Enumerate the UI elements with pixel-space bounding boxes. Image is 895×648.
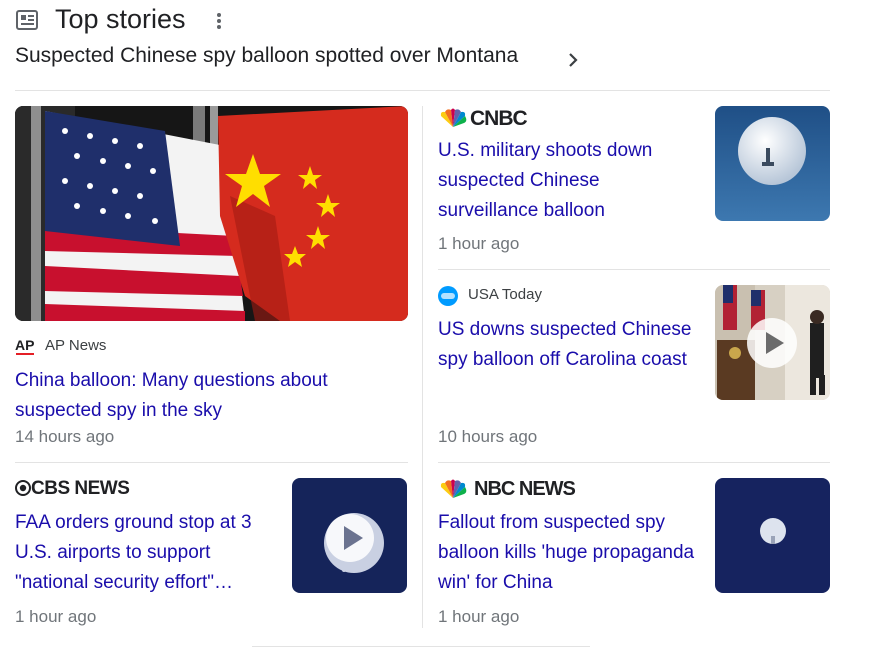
story-time: 14 hours ago (15, 427, 115, 446)
play-icon[interactable] (323, 512, 373, 562)
chevron-right-icon[interactable] (566, 51, 580, 69)
story-time: 1 hour ago (15, 607, 97, 626)
peacock-icon (440, 108, 467, 127)
row-divider-right-1 (438, 269, 830, 270)
row-divider-left (15, 462, 408, 463)
story-headline[interactable]: FAA orders ground stop at 3 U.S. airport… (15, 508, 280, 598)
story-headline[interactable]: Fallout from suspected spy balloon kills… (438, 508, 703, 598)
ap-logo-text: AP (15, 337, 35, 353)
story-time: 1 hour ago (438, 607, 520, 626)
cbs-eye-icon (15, 480, 31, 496)
story-headline[interactable]: China balloon: Many questions about susp… (15, 366, 395, 426)
section-title: Top stories (55, 4, 186, 34)
story-image-flags[interactable] (15, 106, 408, 321)
usatoday-logo (438, 286, 458, 306)
story-image-balloon-sky[interactable] (715, 106, 830, 221)
play-icon[interactable] (747, 318, 797, 368)
topic-link[interactable]: Suspected Chinese spy balloon spotted ov… (15, 44, 518, 68)
row-divider-right-2 (438, 462, 830, 463)
ap-logo: AP (15, 337, 37, 355)
source-name: USA Today (468, 286, 542, 303)
newspaper-icon (16, 10, 38, 30)
column-divider (422, 106, 423, 628)
source-name: AP News (45, 337, 107, 354)
story-time: 10 hours ago (438, 427, 538, 446)
cbs-logo-text: CBS NEWS (31, 478, 130, 499)
top-divider (15, 90, 830, 91)
nbc-logo-text: NBC NEWS (474, 478, 576, 500)
bottom-divider (252, 646, 590, 647)
cnbc-logo-text: CNBC (470, 107, 528, 130)
story-headline[interactable]: U.S. military shoots down suspected Chin… (438, 136, 703, 226)
story-image-balloon-dark[interactable] (715, 478, 830, 593)
more-vert-icon[interactable] (214, 12, 224, 30)
peacock-icon (440, 479, 467, 498)
story-headline[interactable]: US downs suspected Chinese spy balloon o… (438, 315, 703, 375)
story-time: 1 hour ago (438, 234, 520, 253)
